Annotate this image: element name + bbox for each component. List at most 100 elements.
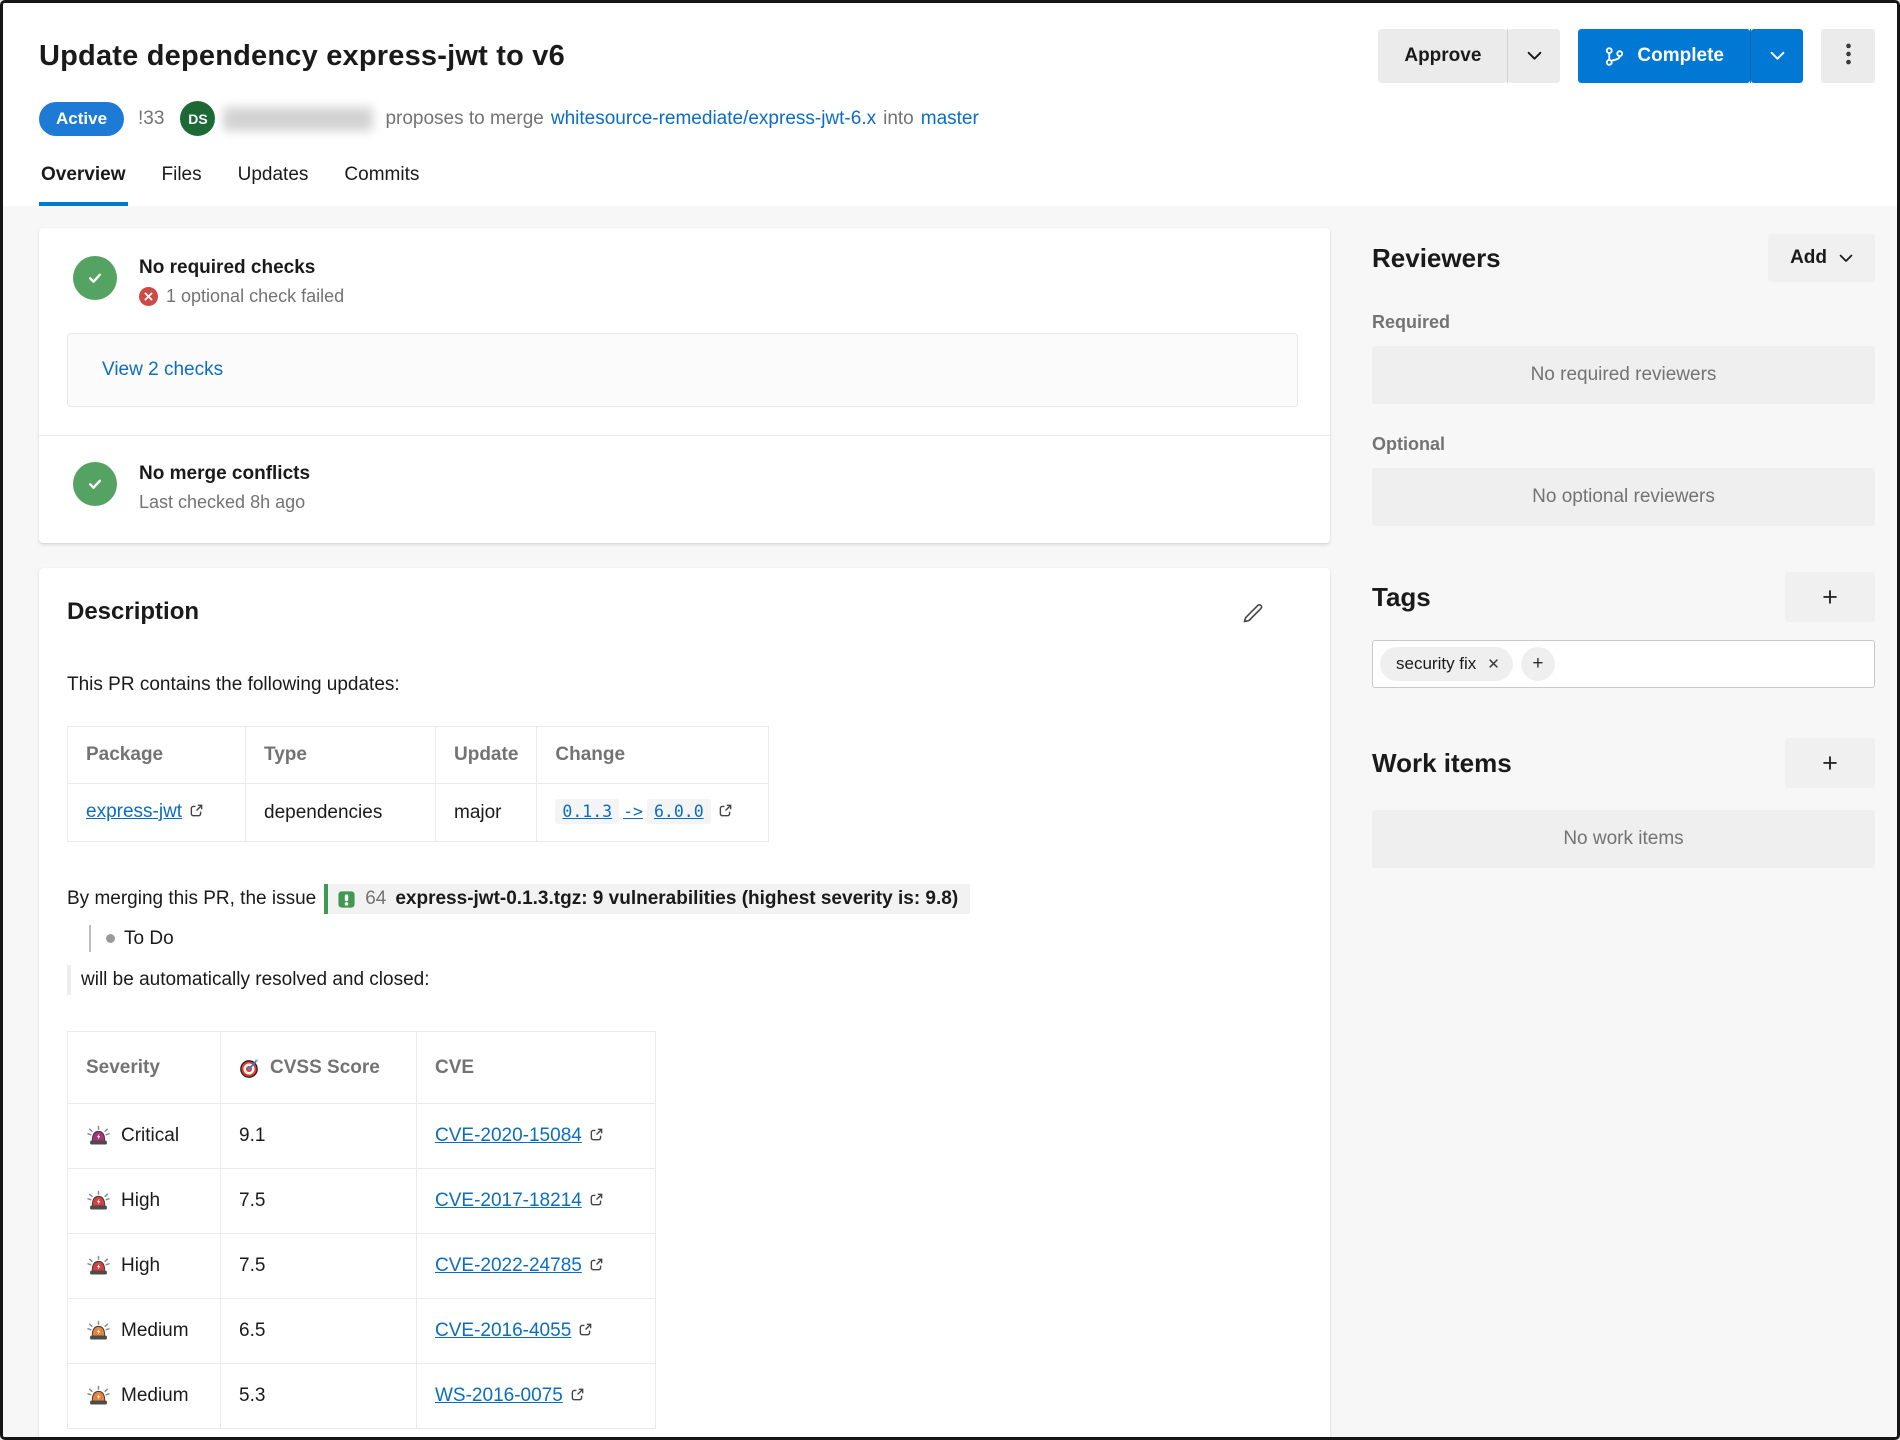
merge-conflicts-subtitle: Last checked 8h ago — [139, 492, 305, 513]
cve-table-header: CVSS Score — [221, 1032, 417, 1104]
optional-check-status: 1 optional check failed — [166, 286, 344, 307]
required-reviewers-empty: No required reviewers — [1372, 346, 1875, 404]
chevron-down-icon — [1770, 45, 1785, 67]
work-item-title: express-jwt-0.1.3.tgz: 9 vulnerabilities… — [395, 888, 958, 910]
state-dot-icon — [106, 934, 115, 943]
add-tag-button[interactable]: + — [1785, 572, 1875, 622]
add-work-item-button[interactable]: + — [1785, 738, 1875, 788]
approve-dropdown-button[interactable] — [1508, 29, 1560, 83]
merge-conflicts-title: No merge conflicts — [139, 462, 310, 485]
more-options-button[interactable] — [1821, 29, 1875, 83]
complete-button-label: Complete — [1637, 45, 1724, 67]
add-reviewer-label: Add — [1790, 247, 1827, 269]
description-title: Description — [67, 598, 199, 626]
tags-title: Tags — [1372, 582, 1431, 613]
cve-link[interactable]: CVE-2016-4055 — [435, 1320, 571, 1341]
plus-icon: + — [1822, 582, 1838, 613]
approve-split-button: Approve — [1378, 29, 1560, 83]
tab-updates[interactable]: Updates — [236, 164, 311, 206]
tag-pill: security fix ✕ — [1380, 647, 1513, 681]
view-checks-box: View 2 checks — [67, 333, 1298, 407]
cve-link[interactable]: CVE-2017-18214 — [435, 1190, 582, 1211]
avatar: DS — [180, 101, 215, 136]
view-checks-link[interactable]: View 2 checks — [102, 359, 223, 380]
tab-overview[interactable]: Overview — [39, 164, 128, 206]
merge-note-prefix: By merging this PR, the issue — [67, 888, 316, 910]
severity-label: Critical — [121, 1125, 179, 1147]
close-icon[interactable]: ✕ — [1487, 655, 1500, 673]
version-arrow-link[interactable]: -> — [623, 802, 643, 821]
package-link[interactable]: express-jwt — [86, 801, 182, 822]
reviewers-title: Reviewers — [1372, 243, 1501, 274]
complete-dropdown-button[interactable] — [1751, 29, 1803, 83]
package-table-header: Type — [246, 727, 436, 784]
pencil-icon — [1241, 612, 1264, 629]
severity-label: High — [121, 1190, 160, 1212]
severity-label: Medium — [121, 1385, 189, 1407]
plus-icon: + — [1532, 653, 1543, 675]
check-circle-icon — [73, 462, 117, 506]
severity-siren-icon — [86, 1384, 111, 1409]
cvss-score: 7.5 — [221, 1234, 417, 1299]
pull-request-page: Update dependency express-jwt to v6 Appr… — [0, 0, 1900, 1440]
package-table-header: Update — [436, 727, 537, 784]
complete-split-button: Complete — [1578, 29, 1803, 83]
tab-bar: Overview Files Updates Commits — [39, 164, 1875, 206]
cve-table-header: CVE — [417, 1032, 656, 1104]
edit-description-button[interactable] — [1237, 598, 1268, 634]
tags-input[interactable]: security fix ✕ + — [1372, 640, 1875, 688]
tab-files[interactable]: Files — [160, 164, 204, 206]
target-branch-link[interactable]: master — [921, 108, 979, 130]
cvss-score: 5.3 — [221, 1364, 417, 1429]
work-items-title: Work items — [1372, 748, 1512, 779]
page-title: Update dependency express-jwt to v6 — [39, 40, 1360, 73]
pr-number: !33 — [138, 108, 164, 130]
cve-link[interactable]: CVE-2020-15084 — [435, 1125, 582, 1146]
external-link-icon — [589, 1126, 604, 1147]
branch-icon — [1604, 46, 1625, 67]
add-reviewer-button[interactable]: Add — [1768, 234, 1875, 282]
description-intro: This PR contains the following updates: — [67, 674, 1290, 696]
work-item-state: To Do — [124, 928, 174, 950]
work-item-icon — [337, 890, 356, 909]
version-from-link[interactable]: 0.1.3 — [555, 799, 619, 824]
cve-link[interactable]: CVE-2022-24785 — [435, 1255, 582, 1276]
required-reviewers-label: Required — [1372, 312, 1875, 333]
external-link-icon — [718, 802, 733, 823]
version-to-link[interactable]: 6.0.0 — [647, 799, 711, 824]
package-table-row: express-jwt dependencies major 0.1.3->6.… — [68, 784, 769, 842]
plus-icon: + — [1822, 748, 1838, 779]
work-item-mention[interactable]: 64 express-jwt-0.1.3.tgz: 9 vulnerabilit… — [324, 884, 970, 914]
external-link-icon — [570, 1386, 585, 1407]
package-table: Package Type Update Change express-jwt — [67, 726, 769, 842]
external-link-icon — [578, 1321, 593, 1342]
tab-commits[interactable]: Commits — [342, 164, 421, 206]
external-link-icon — [589, 1256, 604, 1277]
package-table-header: Change — [537, 727, 769, 784]
cve-table-row: Medium 6.5 CVE-2016-4055 — [68, 1299, 656, 1364]
cvss-score: 7.5 — [221, 1169, 417, 1234]
package-type: dependencies — [246, 784, 436, 842]
tag-add-button[interactable]: + — [1521, 647, 1555, 681]
author-name-redacted — [223, 107, 373, 131]
error-circle-icon — [139, 287, 158, 306]
severity-siren-icon — [86, 1124, 111, 1149]
cve-table-row: Critical 9.1 CVE-2020-15084 — [68, 1104, 656, 1169]
external-link-icon — [189, 802, 204, 823]
cve-link[interactable]: WS-2016-0075 — [435, 1385, 563, 1406]
severity-siren-icon — [86, 1189, 111, 1214]
severity-label: Medium — [121, 1320, 189, 1342]
source-branch-link[interactable]: whitesource-remediate/express-jwt-6.x — [551, 108, 876, 130]
work-item-state-row: To Do — [89, 925, 1290, 952]
merge-note-suffix: will be automatically resolved and close… — [67, 965, 430, 995]
merge-text-prefix: proposes to merge — [385, 108, 543, 130]
severity-siren-icon — [86, 1319, 111, 1344]
complete-button[interactable]: Complete — [1578, 29, 1750, 83]
cve-table: Severity CVSS Score CVE — [67, 1031, 656, 1429]
checks-card: No required checks 1 optional check fail… — [39, 228, 1330, 543]
external-link-icon — [589, 1191, 604, 1212]
pr-header: Update dependency express-jwt to v6 Appr… — [3, 3, 1897, 206]
approve-button[interactable]: Approve — [1378, 29, 1507, 83]
severity-siren-icon — [86, 1254, 111, 1279]
pr-meta-row: Active !33 DS proposes to merge whitesou… — [39, 101, 1875, 136]
